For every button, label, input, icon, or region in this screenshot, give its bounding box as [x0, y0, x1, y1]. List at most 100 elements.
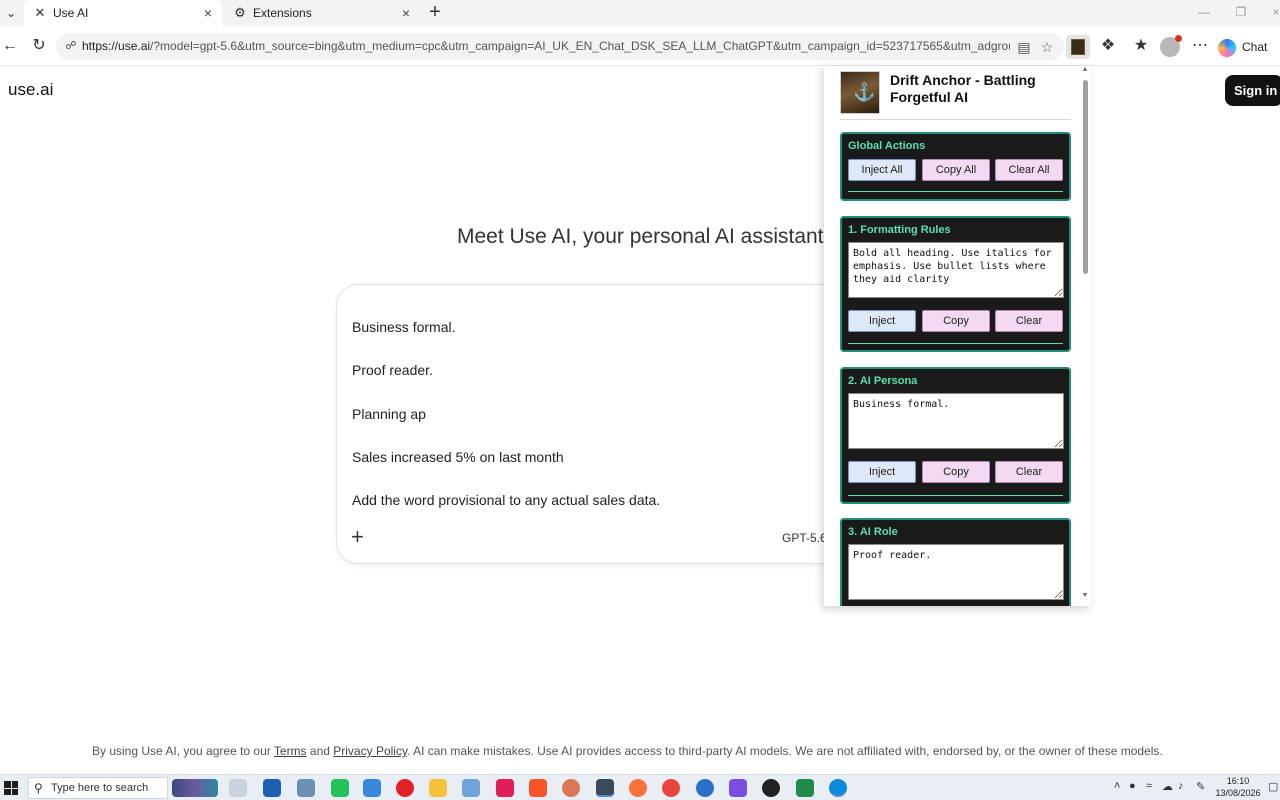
file-explorer-icon[interactable] — [429, 779, 447, 797]
puzzle-icon: ⚙ — [234, 5, 246, 20]
back-arrow-icon[interactable]: ← — [0, 36, 20, 56]
search-icon: ⚲ — [34, 781, 43, 795]
tab-title: Extensions — [253, 6, 312, 20]
divider — [848, 191, 1063, 192]
favorites-icon[interactable]: ★ — [1131, 36, 1151, 56]
terms-link[interactable]: Terms — [274, 744, 307, 758]
close-tab-icon[interactable]: × — [200, 5, 216, 21]
clock-time: 16:10 — [1226, 776, 1250, 786]
model-selector[interactable]: GPT-5.6 — [782, 531, 827, 545]
anchor-extension-icon — [1071, 39, 1085, 55]
brave-app-icon[interactable] — [529, 779, 547, 797]
pen-icon[interactable]: ✎ — [1196, 780, 1205, 793]
opera-app-icon[interactable] — [396, 779, 414, 797]
site-info-icon[interactable]: ☍ — [64, 39, 78, 53]
firefox-app-icon[interactable] — [629, 779, 647, 797]
notifications-icon[interactable]: ▢ — [1268, 780, 1278, 793]
outlook-app-icon[interactable] — [363, 779, 381, 797]
chat-label: Chat — [1242, 40, 1268, 54]
divider — [840, 119, 1071, 120]
extensions-puzzle-icon[interactable]: ❖ — [1098, 36, 1118, 56]
page-heading: Meet Use AI, your personal AI assistant — [457, 225, 824, 248]
claude-app-icon[interactable] — [562, 779, 580, 797]
edge-dev-app-icon[interactable] — [696, 779, 714, 797]
excel-app-icon[interactable] — [796, 779, 814, 797]
anchor-logo-icon: ⚓ — [840, 71, 880, 114]
clear-all-button[interactable]: Clear All — [995, 159, 1063, 181]
extension-title: Drift Anchor - Battling Forgetful AI — [890, 72, 1036, 105]
card-title: 1. Formatting Rules — [848, 224, 951, 236]
calculator-app-icon[interactable] — [297, 779, 315, 797]
refresh-icon[interactable]: ↻ — [29, 36, 49, 56]
chatgpt-app-icon[interactable] — [762, 779, 780, 797]
divider — [848, 495, 1063, 496]
taskbar-clock[interactable]: 16:10 13/08/2026 — [1212, 775, 1264, 799]
minimize-icon[interactable]: — — [1194, 4, 1214, 20]
tab-strip: ⌄ ✕ Use AI × ⚙ Extensions × + — ❐ × — [0, 0, 1280, 26]
footer-text: and — [306, 744, 334, 758]
ai-persona-textarea[interactable] — [848, 393, 1064, 449]
inject-all-button[interactable]: Inject All — [848, 159, 916, 181]
close-tab-icon[interactable]: × — [398, 5, 414, 21]
new-tab-button[interactable]: + — [424, 2, 446, 24]
reader-mode-icon[interactable]: ▤ — [1015, 38, 1033, 56]
scroll-down-arrow-icon[interactable]: ▼ — [1081, 592, 1089, 599]
volume-icon[interactable]: ♪ — [1178, 780, 1184, 792]
edge-app-icon[interactable] — [829, 779, 847, 797]
inject-button[interactable]: Inject — [848, 310, 916, 332]
ai-role-textarea[interactable] — [848, 544, 1064, 600]
privacy-policy-link[interactable]: Privacy Policy — [333, 744, 407, 758]
show-hidden-icons-chevron-icon[interactable]: ˄ — [1114, 780, 1120, 792]
drift-anchor-extension-button[interactable] — [1066, 35, 1090, 59]
chat-composer[interactable]: Business formal. Proof reader. Planning … — [336, 284, 876, 564]
site-logo[interactable]: use.ai — [8, 80, 53, 100]
windows-start-icon[interactable] — [4, 781, 18, 795]
app-icon[interactable] — [462, 779, 480, 797]
attach-plus-icon[interactable]: + — [351, 526, 364, 548]
sign-in-button[interactable]: Sign in — [1225, 75, 1280, 106]
widgets-news-icon[interactable] — [172, 779, 218, 797]
whatsapp-app-icon[interactable] — [331, 779, 349, 797]
clear-button[interactable]: Clear — [995, 461, 1063, 483]
composer-line[interactable]: Sales increased 5% on last month — [352, 449, 564, 465]
cloud-icon[interactable]: ☁ — [1162, 780, 1173, 793]
slack-app-icon[interactable] — [496, 779, 514, 797]
tab-extensions[interactable]: ⚙ Extensions × — [224, 0, 420, 26]
favorite-star-icon[interactable]: ☆ — [1038, 38, 1056, 56]
composer-line[interactable]: Proof reader. — [352, 362, 433, 378]
copilot-app-icon[interactable] — [729, 779, 747, 797]
tab-use-ai[interactable]: ✕ Use AI × — [24, 0, 222, 26]
restore-icon[interactable]: ❐ — [1231, 4, 1251, 20]
address-bar[interactable]: ☍ https://use.ai/?model=gpt-5.6&utm_sour… — [56, 33, 1064, 60]
network-icon[interactable]: ● — [1129, 780, 1136, 792]
composer-line[interactable]: Business formal. — [352, 319, 455, 335]
copy-button[interactable]: Copy — [922, 461, 990, 483]
copy-all-button[interactable]: Copy All — [922, 159, 990, 181]
clock-date: 13/08/2026 — [1215, 788, 1261, 798]
popup-scrollbar-thumb[interactable] — [1083, 80, 1088, 274]
formatting-rules-textarea[interactable] — [848, 242, 1064, 298]
clear-button[interactable]: Clear — [995, 310, 1063, 332]
wifi-icon[interactable]: ≈ — [1146, 780, 1152, 792]
close-window-icon[interactable]: × — [1266, 4, 1280, 20]
composer-line[interactable]: Planning ap — [352, 406, 426, 422]
taskbar-search-box[interactable]: ⚲ Type here to search — [28, 777, 168, 799]
copy-button[interactable]: Copy — [922, 310, 990, 332]
url-text[interactable]: https://use.ai/?model=gpt-5.6&utm_source… — [82, 33, 1010, 60]
composer-line[interactable]: Add the word provisional to any actual s… — [352, 492, 660, 508]
inject-button[interactable]: Inject — [848, 461, 916, 483]
tab-actions-chevron-icon[interactable]: ⌄ — [2, 4, 20, 22]
store-app-icon[interactable] — [263, 779, 281, 797]
more-options-icon[interactable]: ⋯ — [1190, 36, 1210, 56]
running-app-icon[interactable] — [596, 779, 614, 797]
footer-text: By using Use AI, you agree to our — [92, 744, 274, 758]
copilot-chat-button[interactable]: Chat — [1218, 35, 1267, 59]
notification-dot — [1175, 35, 1182, 42]
chrome-app-icon[interactable] — [662, 779, 680, 797]
url-origin: https://use.ai — [82, 39, 151, 53]
scroll-up-arrow-icon[interactable]: ▲ — [1081, 66, 1089, 73]
profile-avatar[interactable] — [1160, 35, 1182, 57]
task-view-icon[interactable] — [229, 779, 247, 797]
card-title: 3. AI Role — [848, 526, 898, 538]
copilot-icon — [1218, 38, 1236, 57]
